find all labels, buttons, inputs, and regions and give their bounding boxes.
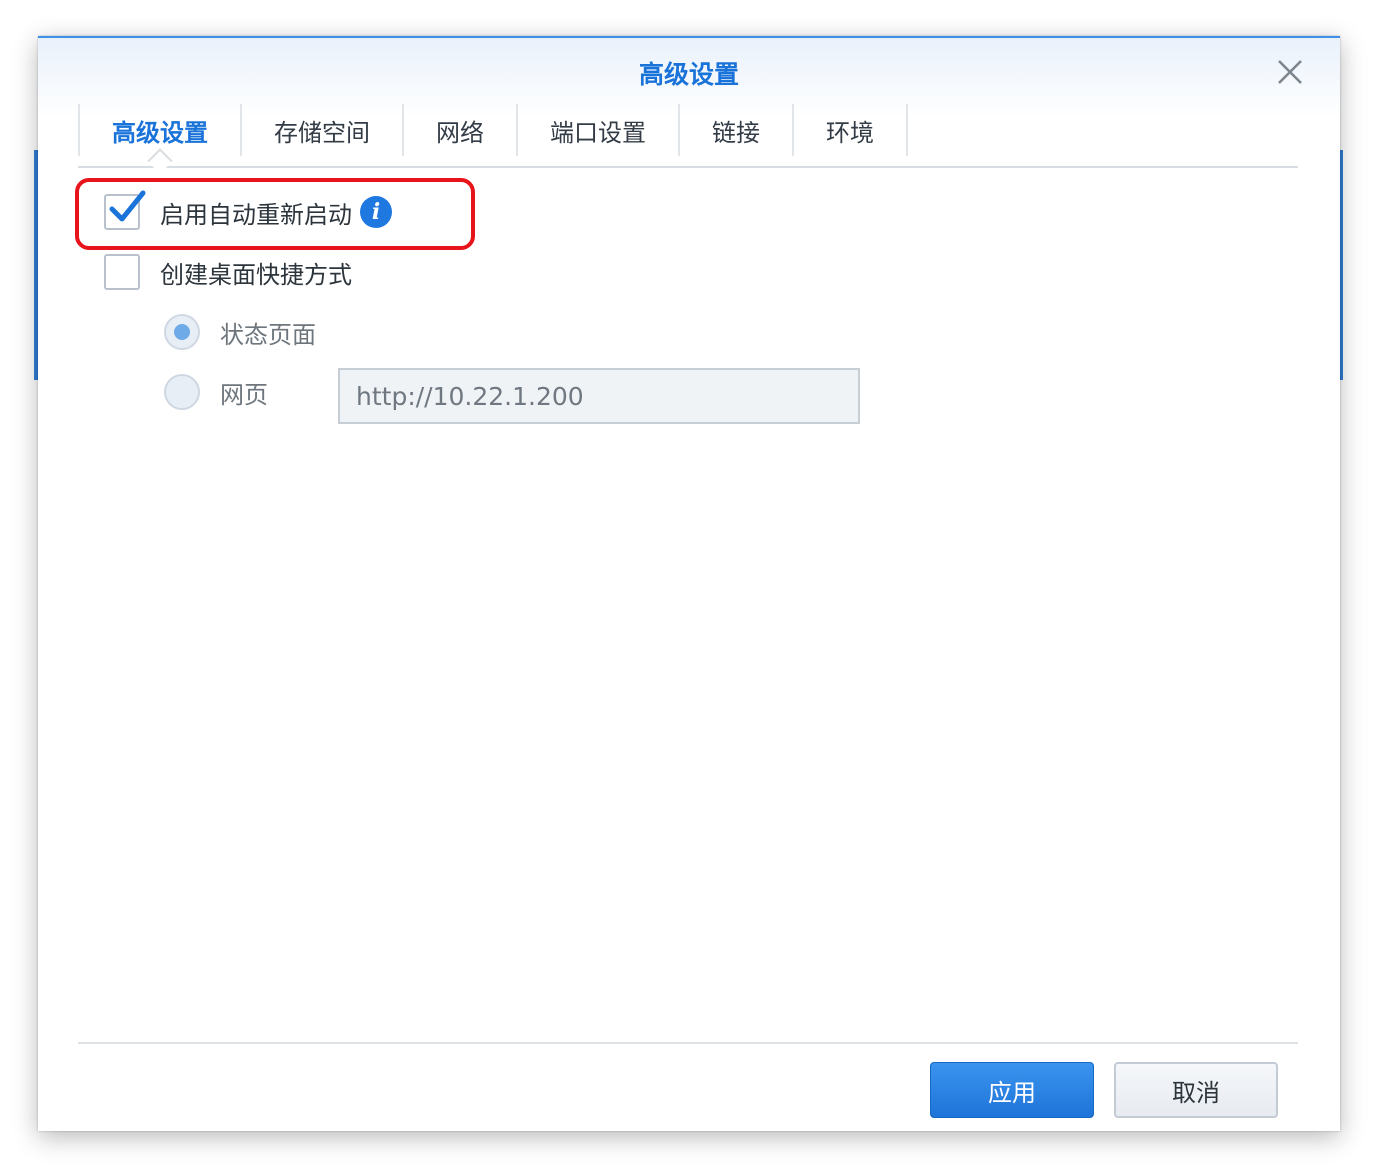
tab-advanced-settings[interactable]: 高级设置 xyxy=(78,104,240,174)
close-icon xyxy=(1278,60,1302,84)
status-page-option: 状态页面 xyxy=(164,314,316,350)
tab-bar: 高级设置 存储空间 网络 端口设置 链接 环境 xyxy=(78,104,1298,174)
desktop-shortcut-label: 创建桌面快捷方式 xyxy=(160,260,352,289)
info-icon[interactable]: i xyxy=(360,196,392,228)
tab-port-settings[interactable]: 端口设置 xyxy=(516,104,678,156)
tab-label: 网络 xyxy=(436,118,484,147)
checkmark-icon xyxy=(109,190,146,222)
advanced-settings-dialog: 高级设置 高级设置 存储空间 网络 端口设置 链接 环境 启用自动重新启动 i … xyxy=(38,36,1340,1131)
status-page-radio[interactable] xyxy=(164,314,200,350)
tab-label: 环境 xyxy=(826,118,874,147)
tab-environment[interactable]: 环境 xyxy=(792,104,908,156)
desktop-shortcut-checkbox[interactable] xyxy=(104,254,140,290)
footer-divider xyxy=(78,1042,1298,1044)
tab-storage[interactable]: 存储空间 xyxy=(240,104,402,156)
cancel-button[interactable]: 取消 xyxy=(1114,1062,1278,1118)
tab-links[interactable]: 链接 xyxy=(678,104,792,156)
auto-restart-option: 启用自动重新启动 i xyxy=(104,190,392,230)
web-page-label: 网页 xyxy=(220,380,268,409)
tab-label: 高级设置 xyxy=(112,118,208,147)
auto-restart-label: 启用自动重新启动 xyxy=(160,200,352,229)
url-input[interactable]: http://10.22.1.200 xyxy=(338,368,860,424)
web-page-option: 网页 xyxy=(164,374,268,410)
tab-label: 存储空间 xyxy=(274,118,370,147)
close-button[interactable] xyxy=(1276,58,1304,86)
tab-label: 链接 xyxy=(712,118,760,147)
tab-network[interactable]: 网络 xyxy=(402,104,516,156)
web-page-radio[interactable] xyxy=(164,374,200,410)
active-tab-pointer xyxy=(147,148,173,174)
apply-button[interactable]: 应用 xyxy=(930,1062,1094,1118)
auto-restart-checkbox[interactable] xyxy=(104,190,146,230)
tab-label: 端口设置 xyxy=(550,118,646,147)
status-page-label: 状态页面 xyxy=(220,320,316,349)
desktop-shortcut-option: 创建桌面快捷方式 xyxy=(104,254,352,290)
dialog-title: 高级设置 xyxy=(638,60,739,89)
